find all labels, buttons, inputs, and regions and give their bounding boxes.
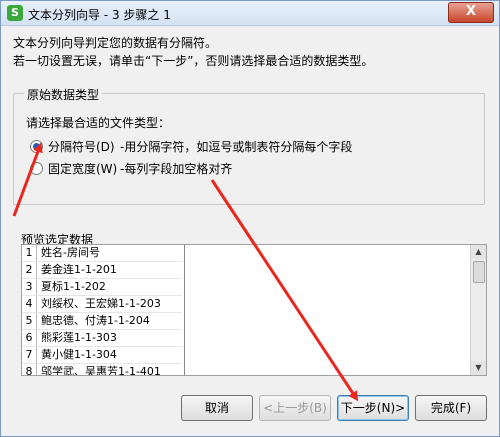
window-title: 文本分列向导 - 3 步骤之 1	[28, 8, 171, 22]
title-bar: S 文本分列向导 - 3 步骤之 1 X	[1, 1, 499, 26]
data-type-group: 原始数据类型 请选择最合适的文件类型： 分隔符号(D) -用分隔字符，如逗号或制表…	[13, 86, 485, 205]
radio-fixed-width-desc: -每列字段加空格对齐	[120, 162, 233, 176]
row-text: 姓名-房间号	[41, 246, 100, 259]
row-number: 1	[22, 245, 37, 261]
cancel-button[interactable]: 取消	[181, 395, 253, 421]
column-divider	[184, 245, 185, 375]
preview-rows: 1 姓名-房间号 2 姜金连1-1-201 3 夏标1-1-202 4 刘绥权、王宏娣1-1-…	[22, 245, 182, 376]
radio-delimited-desc: -用分隔字符，如逗号或制表符分隔每个字段	[120, 140, 353, 154]
radio-delimited[interactable]: 分隔符号(D) -用分隔字符，如逗号或制表符分隔每个字段	[30, 138, 352, 155]
row-text: 鲍忠德、付涛1-1-204	[41, 314, 150, 327]
row-number: 4	[22, 296, 37, 312]
scroll-down-arrow-icon[interactable]: ▼	[471, 361, 486, 375]
row-number: 7	[22, 347, 37, 363]
row-text: 刘绥权、王宏娣1-1-203	[41, 297, 161, 310]
radio-fixed-width-label: 固定宽度(W)	[48, 162, 118, 176]
row-text: 熊彩莲1-1-303	[41, 331, 117, 344]
intro-line-2: 若一切设置无误，请单击“下一步”，否则请选择最合适的数据类型。	[13, 54, 374, 68]
preview-row: 8 邬学武、吴惠芳1-1-401	[22, 364, 182, 376]
row-number: 2	[22, 262, 37, 278]
preview-row: 2 姜金连1-1-201	[22, 262, 182, 279]
radio-delimited-label: 分隔符号(D)	[48, 140, 115, 154]
row-text: 邬学武、吴惠芳1-1-401	[41, 365, 161, 376]
preview-row: 4 刘绥权、王宏娣1-1-203	[22, 296, 182, 313]
preview-row: 1 姓名-房间号	[22, 245, 182, 262]
row-text: 姜金连1-1-201	[41, 263, 117, 276]
radio-fixed-width-circle[interactable]	[30, 162, 43, 175]
row-text: 夏标1-1-202	[41, 280, 106, 293]
group-legend: 原始数据类型	[24, 86, 103, 103]
next-button[interactable]: 下一步(N)>	[337, 395, 409, 421]
preview-pane[interactable]: 1 姓名-房间号 2 姜金连1-1-201 3 夏标1-1-202 4 刘绥权、王宏娣1-1-…	[21, 244, 487, 376]
app-logo-icon: S	[7, 5, 23, 21]
radio-fixed-width[interactable]: 固定宽度(W) -每列字段加空格对齐	[30, 160, 232, 177]
row-text: 黄小健1-1-304	[41, 348, 117, 361]
scroll-thumb[interactable]	[473, 261, 485, 283]
row-number: 5	[22, 313, 37, 329]
choose-type-label: 请选择最合适的文件类型：	[26, 116, 171, 130]
preview-row: 5 鲍忠德、付涛1-1-204	[22, 313, 182, 330]
row-number: 3	[22, 279, 37, 295]
preview-row: 3 夏标1-1-202	[22, 279, 182, 296]
preview-row: 6 熊彩莲1-1-303	[22, 330, 182, 347]
close-button[interactable]: X	[448, 2, 494, 23]
back-button[interactable]: <上一步(B)	[259, 395, 331, 421]
row-number: 6	[22, 330, 37, 346]
radio-delimited-circle[interactable]	[30, 140, 43, 153]
text-to-columns-wizard-window: S 文本分列向导 - 3 步骤之 1 X 文本分列向导判定您的数据有分隔符。 若…	[0, 0, 500, 437]
preview-row: 7 黄小健1-1-304	[22, 347, 182, 364]
preview-scrollbar[interactable]: ▲ ▼	[470, 245, 486, 375]
scroll-up-arrow-icon[interactable]: ▲	[471, 245, 486, 259]
intro-line-1: 文本分列向导判定您的数据有分隔符。	[13, 36, 218, 50]
finish-button[interactable]: 完成(F)	[415, 395, 487, 421]
row-number: 8	[22, 364, 37, 375]
wizard-content: 文本分列向导判定您的数据有分隔符。 若一切设置无误，请单击“下一步”，否则请选择…	[7, 31, 493, 431]
